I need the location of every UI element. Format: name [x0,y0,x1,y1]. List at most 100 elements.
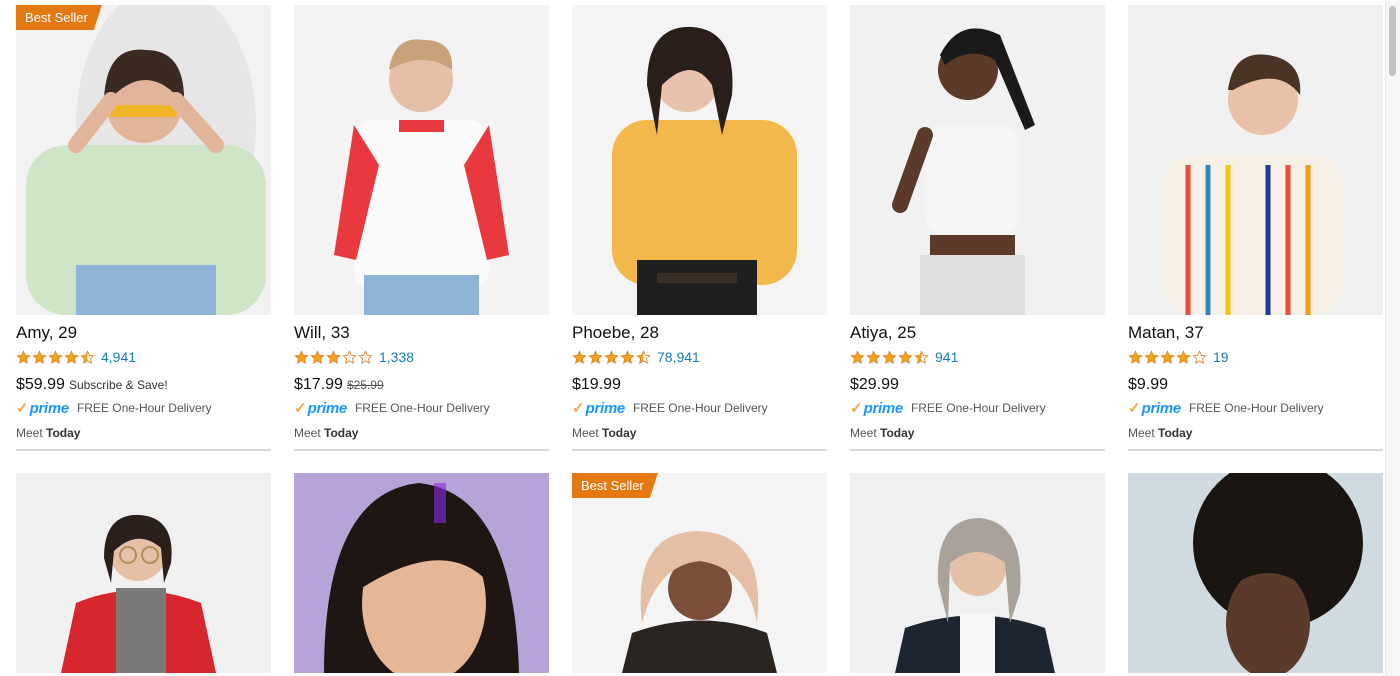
product-name[interactable]: Amy, 29 [16,321,271,345]
person-photo-curly-hair [1128,473,1383,673]
card-divider [1128,449,1383,451]
product-card[interactable] [294,473,549,673]
star-icon [636,349,651,364]
product-name[interactable]: Phoebe, 28 [572,321,827,345]
subscribe-save-label: Subscribe & Save! [68,378,168,392]
product-card[interactable]: Will, 33 1,338 $17.99 $25.99 ✓ prime FRE… [294,5,549,451]
star-icon [572,349,587,364]
best-seller-badge: Best Seller [16,5,102,30]
rating-row[interactable]: 19 [1128,345,1383,369]
product-name[interactable]: Will, 33 [294,321,549,345]
star-rating [1128,349,1207,365]
star-icon [850,349,865,364]
product-photo[interactable] [294,473,549,673]
meet-day: Today [602,426,637,440]
prime-label: prime [29,399,70,417]
star-icon [604,349,619,364]
product-card[interactable]: Phoebe, 28 78,941 $19.99 ✓ prime FREE On… [572,5,827,451]
star-icon [294,349,309,364]
star-icon [342,349,357,364]
product-card[interactable]: Best Seller [572,473,827,673]
review-count-link[interactable]: 941 [935,349,958,365]
review-count-link[interactable]: 78,941 [657,349,700,365]
star-icon [588,349,603,364]
card-divider [294,449,549,451]
person-photo-denim-jacket [850,473,1105,673]
star-icon [32,349,47,364]
product-photo[interactable] [850,5,1105,315]
product-card[interactable]: Best Seller Amy, 29 4,941 $59.99 Subscri… [16,5,271,451]
star-rating [850,349,929,365]
review-count-link[interactable]: 4,941 [101,349,136,365]
star-icon [80,349,95,364]
product-name[interactable]: Atiya, 25 [850,321,1105,345]
prime-label: prime [585,399,626,417]
price: $17.99 [294,376,343,393]
meet-day: Today [880,426,915,440]
star-icon [866,349,881,364]
meet-availability: Meet Today [294,421,549,445]
star-icon [1160,349,1175,364]
prime-logo-icon: ✓ prime [572,399,626,417]
product-card[interactable]: Atiya, 25 941 $29.99 ✓ prime FREE One-Ho… [850,5,1105,451]
product-photo[interactable] [1128,473,1383,673]
meet-day: Today [1158,426,1193,440]
star-icon [882,349,897,364]
star-icon [620,349,635,364]
star-icon [64,349,79,364]
person-photo-atiya [850,5,1105,315]
product-photo[interactable] [16,473,271,673]
meet-prefix: Meet [572,426,599,440]
delivery-label: FREE One-Hour Delivery [76,401,212,415]
prime-logo-icon: ✓ prime [850,399,903,417]
product-photo[interactable] [1128,5,1383,315]
meet-prefix: Meet [1128,426,1155,440]
delivery-label: FREE One-Hour Delivery [1188,401,1324,415]
star-rating [16,349,95,365]
original-price: $25.99 [346,378,384,392]
star-icon [48,349,63,364]
star-icon [1128,349,1143,364]
rating-row[interactable]: 941 [850,345,1105,369]
rating-row[interactable]: 4,941 [16,345,271,369]
star-icon [914,349,929,364]
star-rating [572,349,651,365]
rating-row[interactable]: 78,941 [572,345,827,369]
rating-row[interactable]: 1,338 [294,345,549,369]
star-icon [310,349,325,364]
review-count-link[interactable]: 19 [1213,349,1229,365]
product-photo[interactable]: Best Seller [572,473,827,673]
product-photo[interactable] [572,5,827,315]
product-name[interactable]: Matan, 37 [1128,321,1383,345]
prime-logo-icon: ✓ prime [1128,399,1182,417]
meet-day: Today [46,426,81,440]
product-card[interactable] [16,473,271,673]
person-photo-will [294,5,549,315]
best-seller-badge: Best Seller [572,473,658,498]
price: $9.99 [1128,376,1169,393]
delivery-label: FREE One-Hour Delivery [910,401,1046,415]
card-divider [572,449,827,451]
star-icon [1192,349,1207,364]
prime-label: prime [307,399,348,417]
card-divider [850,449,1105,451]
scrollbar-thumb[interactable] [1389,6,1396,76]
person-photo-phoebe [572,5,827,315]
delivery-label: FREE One-Hour Delivery [354,401,490,415]
product-grid: Best Seller Amy, 29 4,941 $59.99 Subscri… [16,5,1383,673]
price: $29.99 [850,376,899,393]
prime-logo-icon: ✓ prime [16,399,70,417]
product-card[interactable] [1128,473,1383,673]
prime-label: prime [1141,399,1182,417]
product-card[interactable]: Matan, 37 19 $9.99 ✓ prime FREE One-Hour… [1128,5,1383,451]
review-count-link[interactable]: 1,338 [379,349,414,365]
star-icon [898,349,913,364]
product-photo[interactable] [294,5,549,315]
product-card[interactable] [850,473,1105,673]
vertical-scrollbar[interactable] [1385,0,1400,676]
price: $59.99 [16,376,65,393]
product-photo[interactable] [850,473,1105,673]
star-icon [358,349,373,364]
product-photo[interactable]: Best Seller [16,5,271,315]
meet-prefix: Meet [850,426,877,440]
